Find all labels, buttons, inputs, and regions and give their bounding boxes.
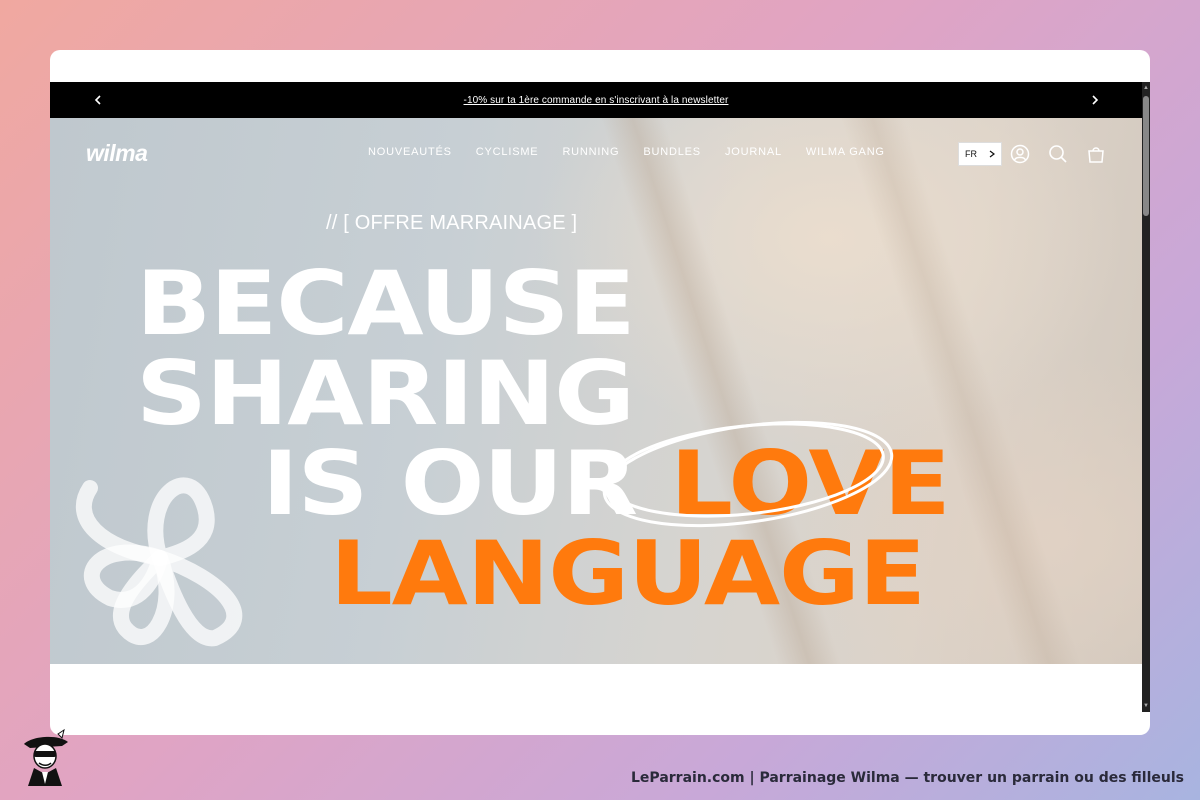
footer-caption: LeParrain.com | Parrainage Wilma — trouv… — [631, 770, 1184, 786]
account-icon[interactable] — [1008, 142, 1032, 166]
search-icon[interactable] — [1046, 142, 1070, 166]
hero-kicker: // [ OFFRE MARRAINAGE ] — [326, 212, 578, 234]
scroll-thumb[interactable] — [1143, 96, 1149, 216]
main-header: wilma NOUVEAUTÉS CYCLISME RUNNING BUNDLE… — [50, 118, 1142, 188]
hero-highlight-love: LOVE — [670, 432, 951, 535]
cart-icon[interactable] — [1084, 142, 1108, 166]
scroll-down-icon[interactable]: ▼ — [1142, 702, 1150, 710]
nav-item-journal[interactable]: JOURNAL — [725, 146, 782, 158]
mascot-logo-icon — [24, 728, 68, 786]
nav-item-nouveautes[interactable]: NOUVEAUTÉS — [368, 146, 452, 158]
chevron-right-icon — [989, 150, 995, 158]
main-navigation: NOUVEAUTÉS CYCLISME RUNNING BUNDLES JOUR… — [368, 146, 909, 158]
nav-item-running[interactable]: RUNNING — [562, 146, 619, 158]
scroll-up-icon[interactable]: ▲ — [1142, 84, 1150, 92]
hero-line-1: BECAUSE — [136, 252, 636, 355]
hero-line-3-white: IS OUR — [262, 432, 638, 535]
vertical-scrollbar[interactable]: ▲ ▼ — [1142, 82, 1150, 712]
nav-item-cyclisme[interactable]: CYCLISME — [476, 146, 539, 158]
hero-line-2: SHARING — [136, 342, 635, 445]
language-selector[interactable]: FR — [958, 142, 1002, 166]
announcement-bar: -10% sur ta 1ère commande en s'inscrivan… — [50, 82, 1142, 118]
browser-window: -10% sur ta 1ère commande en s'inscrivan… — [50, 50, 1150, 735]
chevron-right-icon[interactable] — [1080, 82, 1110, 118]
hero-line-3: IS OUR LOVE — [262, 440, 951, 528]
hero-line-4: LANGUAGE — [330, 522, 926, 625]
hero-banner: wilma NOUVEAUTÉS CYCLISME RUNNING BUNDLE… — [50, 118, 1142, 664]
flower-doodle-icon — [76, 477, 243, 647]
newsletter-link[interactable]: -10% sur ta 1ère commande en s'inscrivan… — [464, 95, 729, 106]
language-label: FR — [965, 149, 977, 159]
chevron-left-icon[interactable] — [83, 82, 113, 118]
wilma-logo[interactable]: wilma — [86, 140, 148, 167]
nav-item-wilma-gang[interactable]: WILMA GANG — [806, 146, 885, 158]
nav-item-bundles[interactable]: BUNDLES — [643, 146, 701, 158]
